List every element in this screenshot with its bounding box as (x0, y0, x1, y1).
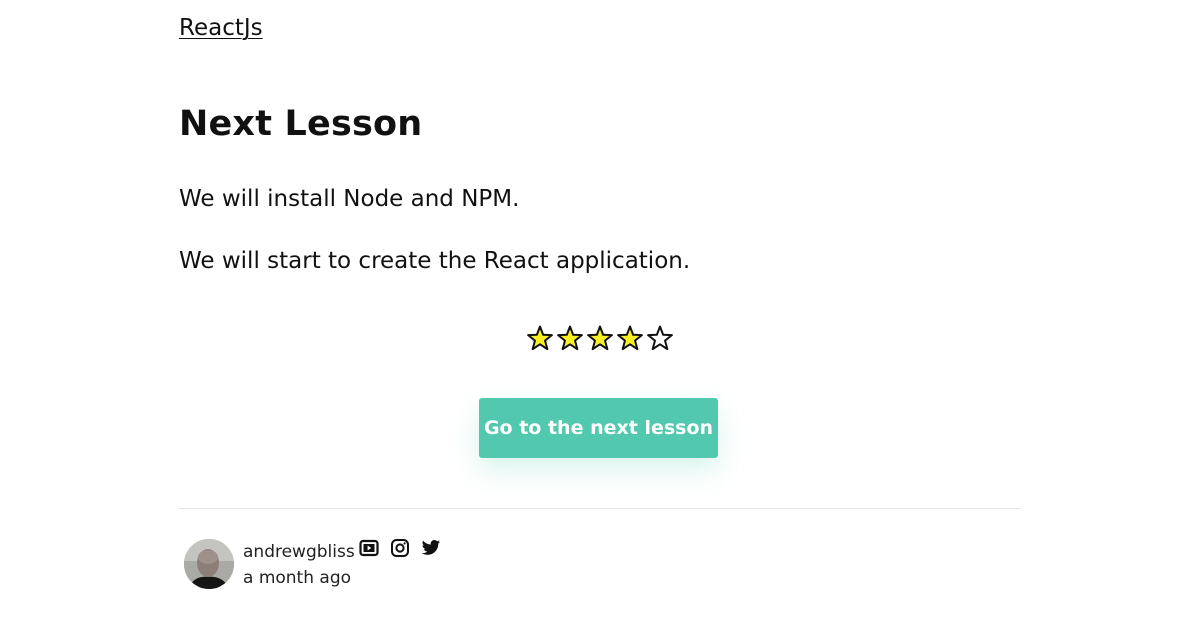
avatar-image (184, 539, 234, 589)
star-filled-icon[interactable] (525, 323, 555, 353)
star-filled-icon[interactable] (615, 323, 645, 353)
lesson-page: ReactJs Next Lesson We will install Node… (0, 0, 1204, 639)
star-filled-icon[interactable] (555, 323, 585, 353)
social-links (359, 538, 441, 558)
avatar[interactable] (184, 539, 234, 589)
lesson-paragraph: We will install Node and NPM. (179, 186, 520, 212)
star-empty-icon[interactable] (645, 323, 675, 353)
star-filled-icon[interactable] (585, 323, 615, 353)
youtube-icon[interactable] (359, 538, 379, 558)
instagram-icon[interactable] (390, 538, 410, 558)
course-link[interactable]: ReactJs (179, 15, 263, 41)
divider (179, 508, 1020, 509)
author-name[interactable]: andrewgbliss (243, 542, 355, 562)
page-title: Next Lesson (179, 104, 423, 144)
posted-time: a month ago (243, 568, 352, 588)
lesson-paragraph: We will start to create the React applic… (179, 248, 691, 274)
next-lesson-button[interactable]: Go to the next lesson (479, 398, 718, 458)
star-rating[interactable] (525, 323, 675, 353)
twitter-icon[interactable] (421, 538, 441, 558)
